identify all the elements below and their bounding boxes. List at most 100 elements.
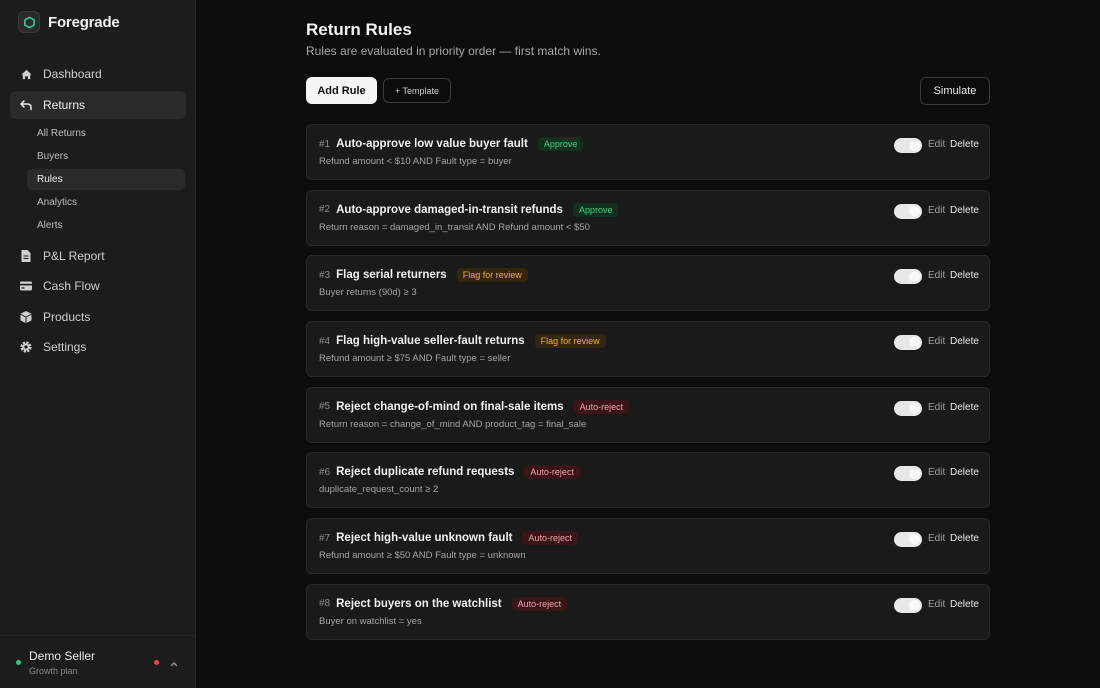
rule-priority: #1: [319, 138, 331, 150]
rule-action-badge: Approve: [537, 137, 584, 151]
rule-enabled-toggle[interactable]: [894, 466, 922, 482]
sidebar-nav: Dashboard Returns All Returns Buyers Rul…: [10, 60, 186, 364]
return-arrow-icon: [19, 98, 33, 112]
rule-card: #4 Flag high-value seller-fault returns …: [306, 321, 990, 378]
rule-name: Flag high-value seller-fault returns: [336, 335, 525, 348]
toggle-knob: [909, 140, 920, 151]
sidebar: Foregrade Dashboard Returns All Returns …: [0, 0, 196, 688]
delete-rule-button[interactable]: Delete: [950, 139, 979, 150]
subnav-item-analytics[interactable]: Analytics: [27, 192, 185, 213]
sidebar-item-pl-report[interactable]: P&L Report: [10, 242, 186, 270]
user-name: Demo Seller: [29, 649, 96, 663]
rule-enabled-toggle[interactable]: [894, 269, 922, 285]
rule-priority: #6: [319, 466, 331, 478]
rule-action-badge: Auto-reject: [524, 465, 580, 480]
rule-action-badge: Flag for review: [534, 334, 606, 349]
subnav-item-rules[interactable]: Rules: [27, 168, 185, 190]
rule-card: #8 Reject buyers on the watchlist Auto-r…: [306, 583, 990, 640]
rule-enabled-toggle[interactable]: [894, 138, 922, 153]
rule-condition: duplicate_request_count ≥ 2: [319, 484, 439, 496]
rule-condition: Buyer on watchlist = yes: [319, 615, 422, 627]
rule-card: #7 Reject high-value unknown fault Auto-…: [306, 518, 990, 575]
rule-condition: Return reason = damaged_in_transit AND R…: [319, 221, 590, 233]
rule-condition: Refund amount ≥ $50 AND Fault type = unk…: [319, 550, 526, 562]
rules-list: #1 Auto-approve low value buyer fault Ap…: [306, 124, 990, 650]
rule-name: Reject duplicate refund requests: [336, 466, 515, 479]
credit-card-icon: [19, 279, 33, 293]
rule-card: #5 Reject change-of-mind on final-sale i…: [306, 386, 990, 443]
subnav-item-buyers[interactable]: Buyers: [27, 146, 185, 167]
rule-name: Reject high-value unknown fault: [336, 532, 513, 545]
rule-name: Reject buyers on the watchlist: [336, 597, 502, 610]
rule-priority: #8: [319, 598, 331, 610]
edit-rule-button[interactable]: Edit: [928, 270, 945, 281]
subnav-item-all-returns[interactable]: All Returns: [27, 123, 185, 144]
edit-rule-button[interactable]: Edit: [928, 336, 945, 347]
delete-rule-button[interactable]: Delete: [950, 533, 979, 544]
user-menu[interactable]: Demo Seller Growth plan: [0, 635, 196, 688]
rule-enabled-toggle[interactable]: [894, 597, 922, 613]
chevron-up-icon[interactable]: [169, 656, 179, 667]
rule-priority: #2: [319, 204, 331, 216]
delete-rule-button[interactable]: Delete: [950, 599, 979, 610]
add-rule-button[interactable]: Add Rule: [306, 77, 377, 104]
rule-name: Flag serial returners: [336, 269, 447, 282]
delete-rule-button[interactable]: Delete: [950, 270, 979, 281]
rule-action-badge: Auto-reject: [511, 596, 568, 611]
rule-enabled-toggle[interactable]: [894, 203, 922, 219]
simulate-button[interactable]: Simulate: [920, 77, 990, 105]
toggle-knob: [909, 468, 920, 480]
delete-rule-button[interactable]: Delete: [950, 205, 979, 216]
edit-rule-button[interactable]: Edit: [928, 533, 945, 544]
sidebar-item-dashboard[interactable]: Dashboard: [10, 60, 186, 88]
rule-action-badge: Approve: [572, 202, 619, 217]
notification-dot: [154, 660, 159, 665]
sidebar-item-cash-flow[interactable]: Cash Flow: [10, 272, 186, 300]
edit-rule-button[interactable]: Edit: [928, 402, 945, 413]
rule-priority: #4: [319, 335, 331, 347]
rule-condition: Refund amount < $10 AND Fault type = buy…: [319, 156, 512, 167]
toggle-knob: [909, 337, 920, 349]
rule-card: #1 Auto-approve low value buyer fault Ap…: [306, 124, 990, 180]
rule-priority: #7: [319, 532, 331, 544]
sidebar-item-returns[interactable]: Returns: [10, 90, 186, 119]
rule-name: Auto-approve low value buyer fault: [336, 138, 528, 150]
toggle-knob: [909, 599, 920, 611]
user-plan: Growth plan: [29, 666, 78, 676]
rule-card: #6 Reject duplicate refund requests Auto…: [306, 452, 990, 509]
sidebar-item-products[interactable]: Products: [10, 303, 186, 331]
rule-enabled-toggle[interactable]: [894, 335, 922, 351]
delete-rule-button[interactable]: Delete: [950, 402, 979, 413]
toggle-knob: [909, 205, 920, 217]
sidebar-item-label: Returns: [43, 97, 86, 112]
home-icon: [19, 67, 33, 81]
rule-condition: Buyer returns (90d) ≥ 3: [319, 287, 417, 299]
subnav-item-alerts[interactable]: Alerts: [27, 215, 185, 236]
delete-rule-button[interactable]: Delete: [950, 467, 979, 478]
rule-name: Reject change-of-mind on final-sale item…: [336, 400, 564, 413]
sidebar-item-label: Cash Flow: [43, 279, 100, 293]
sidebar-item-label: Products: [43, 309, 91, 324]
rule-enabled-toggle[interactable]: [894, 532, 922, 548]
toggle-knob: [909, 271, 920, 283]
rule-action-badge: Auto-reject: [522, 531, 579, 546]
rule-enabled-toggle[interactable]: [894, 400, 922, 416]
document-icon: [19, 249, 33, 263]
edit-rule-button[interactable]: Edit: [928, 599, 945, 610]
sidebar-item-label: Dashboard: [43, 67, 102, 81]
logo-icon: [18, 11, 40, 33]
edit-rule-button[interactable]: Edit: [928, 205, 945, 216]
toggle-knob: [909, 534, 920, 546]
gear-icon: [19, 340, 33, 354]
toggle-knob: [909, 402, 920, 414]
brand[interactable]: Foregrade: [18, 10, 120, 34]
box-icon: [19, 310, 33, 324]
delete-rule-button[interactable]: Delete: [950, 336, 979, 347]
rule-condition: Return reason = change_of_mind AND produ…: [319, 418, 587, 430]
edit-rule-button[interactable]: Edit: [928, 139, 945, 150]
edit-rule-button[interactable]: Edit: [928, 467, 945, 478]
add-template-button[interactable]: + Template: [383, 78, 451, 103]
brand-name: Foregrade: [48, 13, 120, 31]
page-subtitle: Rules are evaluated in priority order — …: [306, 44, 601, 58]
sidebar-item-settings[interactable]: Settings: [10, 333, 186, 361]
